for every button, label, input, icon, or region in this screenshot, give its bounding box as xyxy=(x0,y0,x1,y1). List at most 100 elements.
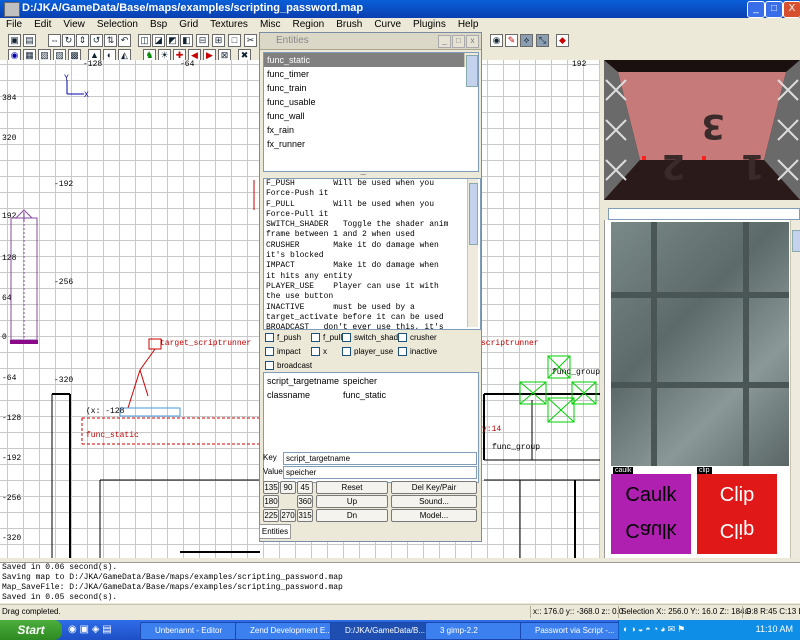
patch-icon[interactable]: ✎ xyxy=(505,34,518,47)
list-item[interactable]: fx_rain xyxy=(264,123,478,137)
entities-minimize-button[interactable]: _ xyxy=(438,35,451,48)
menu-view[interactable]: View xyxy=(57,18,91,32)
value-field: Value speicher xyxy=(263,466,477,479)
menu-textures[interactable]: Textures xyxy=(204,18,254,32)
quick-launch-icons[interactable]: ◉ ▣ ◈ ▤ xyxy=(68,624,112,635)
reset-button[interactable]: Reset xyxy=(316,481,388,494)
select-touching-icon[interactable]: ◪ xyxy=(152,34,165,47)
pane-divider[interactable] xyxy=(604,200,800,206)
model-button[interactable]: Model... xyxy=(391,509,477,522)
angle-135-button[interactable]: 135 xyxy=(263,481,279,494)
menu-region[interactable]: Region xyxy=(287,18,331,32)
region-icon[interactable]: ◆ xyxy=(556,34,569,47)
flag-checkbox[interactable]: broadcast xyxy=(265,361,312,371)
task-gimp[interactable]: 3 gimp-2.2 xyxy=(425,622,533,640)
task-zend[interactable]: Zend Development E... xyxy=(235,622,343,640)
caulk-texture-thumbnail[interactable]: Caulk Caulk xyxy=(611,474,691,554)
menu-misc[interactable]: Misc xyxy=(254,18,287,32)
task-editor[interactable]: Unbenannt - Editor xyxy=(140,622,248,640)
list-item[interactable]: fx_runner xyxy=(264,137,478,151)
texture-filter-input[interactable] xyxy=(608,208,800,220)
angle-90-button[interactable]: 90 xyxy=(280,481,296,494)
menu-curve[interactable]: Curve xyxy=(368,18,407,32)
menu-edit[interactable]: Edit xyxy=(28,18,57,32)
drag-vertex-icon[interactable]: ⟡ xyxy=(520,34,533,47)
start-button[interactable]: Start xyxy=(0,620,62,640)
task-radiant[interactable]: D:/JKA/GameData/B... xyxy=(330,622,438,640)
task-browser[interactable]: Passwort via Script -... xyxy=(520,622,628,640)
metal-texture-thumbnail[interactable] xyxy=(611,222,789,466)
up-button[interactable]: Up xyxy=(316,495,388,508)
entities-maximize-button[interactable]: □ xyxy=(452,35,465,48)
entity-label-scriptrunner: scriptrunner xyxy=(481,339,539,348)
list-item[interactable]: func_usable xyxy=(264,95,478,109)
list-item[interactable]: func_wall xyxy=(264,109,478,123)
flag-checkbox[interactable]: switch_shader xyxy=(342,333,405,343)
flip-z-icon[interactable]: ⇅ xyxy=(104,34,117,47)
menu-grid[interactable]: Grid xyxy=(173,18,204,32)
menu-help[interactable]: Help xyxy=(452,18,485,32)
flag-checkbox[interactable]: player_use xyxy=(342,347,393,357)
kv-row[interactable]: classname func_static xyxy=(267,390,386,400)
del-key-pair-button[interactable]: Del Key/Pair xyxy=(391,481,477,494)
angle-180-button[interactable]: 180 xyxy=(263,495,279,508)
list-item[interactable]: func_train xyxy=(264,81,478,95)
angle-315-button[interactable]: 315 xyxy=(297,509,313,522)
tray-icons[interactable]: ◐◑◒◓◔◕✉⚑ xyxy=(623,624,687,635)
save-icon[interactable]: ▤ xyxy=(23,34,36,47)
flag-checkbox[interactable]: impact xyxy=(265,347,301,357)
csg-merge-icon[interactable]: ⊞ xyxy=(212,34,225,47)
entities-close-button[interactable]: x xyxy=(466,35,479,48)
splitter-handle[interactable]: ...... xyxy=(360,170,367,177)
texture-scrollbar[interactable] xyxy=(790,220,800,558)
value-input[interactable]: speicher xyxy=(283,466,477,479)
open-icon[interactable]: ▣ xyxy=(8,34,21,47)
select-partial-icon[interactable]: ◩ xyxy=(166,34,179,47)
clip-texture-thumbnail[interactable]: Clip Clip xyxy=(697,474,777,554)
close-button[interactable]: X xyxy=(783,1,800,18)
rotate-z-icon[interactable]: ↶ xyxy=(118,34,131,47)
flip-y-icon[interactable]: ⇕ xyxy=(76,34,89,47)
menu-brush[interactable]: Brush xyxy=(330,18,368,32)
camera-icon[interactable]: ◉ xyxy=(490,34,503,47)
flag-checkbox[interactable]: x xyxy=(311,347,327,357)
minimize-button[interactable]: _ xyxy=(747,1,765,18)
menu-file[interactable]: File xyxy=(0,18,28,32)
list-item[interactable]: func_static xyxy=(264,53,478,67)
select-inside-icon[interactable]: ◧ xyxy=(180,34,193,47)
flag-checkbox[interactable]: f_push xyxy=(265,333,301,343)
maximize-button[interactable]: □ xyxy=(765,1,783,18)
csg-subtract-icon[interactable]: ⊟ xyxy=(196,34,209,47)
tab-entities[interactable]: Entities xyxy=(259,524,291,539)
camera-digits: 1 2 3 xyxy=(639,106,765,186)
clipper-icon[interactable]: ✂ xyxy=(244,34,257,47)
angle-45-button[interactable]: 45 xyxy=(297,481,313,494)
menu-selection[interactable]: Selection xyxy=(91,18,144,32)
angle-270-button[interactable]: 270 xyxy=(280,509,296,522)
list-item[interactable]: func_timer xyxy=(264,67,478,81)
sound-button[interactable]: Sound... xyxy=(391,495,477,508)
angle-360-button[interactable]: 360 xyxy=(297,495,313,508)
hollow-icon[interactable]: □ xyxy=(228,34,241,47)
entities-title-bar[interactable]: Entities _ □ x xyxy=(260,33,481,50)
scale-icon[interactable]: ⤡ xyxy=(536,34,549,47)
flag-checkbox[interactable]: inactive xyxy=(398,347,437,357)
rotate-x-icon[interactable]: ↻ xyxy=(62,34,75,47)
entity-class-list[interactable]: func_static func_timer func_train func_u… xyxy=(263,52,479,172)
angle-225-button[interactable]: 225 xyxy=(263,509,279,522)
camera-view[interactable]: 1 2 3 xyxy=(604,60,800,200)
description-scrollbar[interactable] xyxy=(467,179,478,327)
flip-x-icon[interactable]: ⇔ xyxy=(48,34,61,47)
key-input[interactable]: script_targetname xyxy=(283,452,477,465)
kv-row[interactable]: script_targetname speicher xyxy=(267,376,377,386)
select-complete-icon[interactable]: ◫ xyxy=(138,34,151,47)
texture-browser[interactable]: caulk clip Caulk Caulk Clip Clip xyxy=(604,220,800,558)
flag-checkbox[interactable]: crusher xyxy=(398,333,437,343)
dn-button[interactable]: Dn xyxy=(316,509,388,522)
rotate-y-icon[interactable]: ↺ xyxy=(90,34,103,47)
entity-label-target-scriptrunner: target_scriptrunner xyxy=(160,339,252,348)
menu-plugins[interactable]: Plugins xyxy=(407,18,452,32)
entity-list-scrollbar[interactable] xyxy=(464,53,478,87)
menu-bsp[interactable]: Bsp xyxy=(144,18,173,32)
flag-checkbox[interactable]: f_pull xyxy=(311,333,342,343)
